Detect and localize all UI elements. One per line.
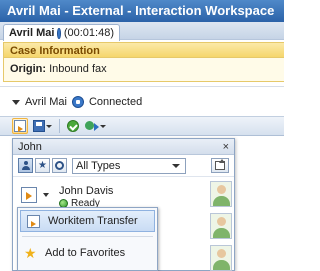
tab-party-name: Avril Mai: [9, 27, 55, 39]
menu-item-add-to-favorites[interactable]: ★ Add to Favorites: [18, 241, 157, 265]
menu-item-label: Workitem Transfer: [48, 215, 138, 227]
move-arrows-icon: [85, 120, 99, 132]
mark-done-button[interactable]: [66, 118, 80, 134]
transfer-context-menu: Workitem Transfer ★ Add to Favorites: [17, 207, 158, 271]
move-dropdown-caret-icon[interactable]: [100, 124, 106, 128]
instant-transfer-button[interactable]: [211, 158, 229, 173]
star-icon: ★: [38, 159, 47, 171]
filter-bar: ★ All Types: [13, 155, 234, 177]
filter-contacts-button[interactable]: [18, 158, 33, 173]
move-to-queue-button[interactable]: [84, 118, 107, 134]
clock-icon: [55, 161, 64, 170]
transfer-button[interactable]: [12, 118, 28, 134]
check-icon: [67, 120, 79, 132]
avatar: [210, 213, 232, 239]
star-icon: ★: [24, 245, 37, 261]
interaction-tabstrip: Avril Mai (00:01:48): [0, 22, 284, 41]
menu-item-label: Add to Favorites: [45, 247, 126, 259]
connection-state: Connected: [88, 96, 143, 108]
menu-separator: [22, 236, 153, 237]
type-filter-value: All Types: [76, 159, 121, 172]
save-button[interactable]: [32, 118, 53, 134]
type-filter-select[interactable]: All Types: [72, 157, 186, 174]
transfer-icon: [27, 214, 40, 228]
popup-header: John ×: [13, 139, 234, 155]
connected-status-icon: [71, 96, 84, 108]
workitem-icon: [57, 27, 66, 39]
tab-interaction[interactable]: Avril Mai (00:01:48): [3, 24, 120, 41]
transfer-icon: [14, 120, 26, 132]
save-icon: [33, 120, 45, 132]
tab-duration: (00:01:48): [63, 27, 114, 39]
chevron-down-icon: [170, 160, 182, 172]
case-origin-row: Origin: Inbound fax: [4, 58, 284, 80]
transfer-target-icon: [215, 159, 225, 170]
divider: [0, 86, 284, 87]
avatar: [210, 181, 232, 207]
toolbar-separator: [59, 119, 60, 133]
save-dropdown-caret-icon[interactable]: [46, 124, 52, 128]
origin-label: Origin:: [10, 63, 47, 75]
transfer-action-icon[interactable]: [21, 187, 37, 203]
close-icon[interactable]: ×: [223, 141, 229, 153]
filter-recent-button[interactable]: [52, 158, 67, 173]
avatar: [210, 245, 232, 271]
avatar-column: [208, 179, 234, 271]
interaction-party-row: Avril Mai Connected: [0, 92, 284, 112]
contact-name: John Davis: [59, 185, 114, 197]
case-information-panel: Case Information Origin: Inbound fax: [3, 42, 284, 82]
origin-value: Inbound fax: [49, 63, 107, 75]
window-title: Avril Mai - External - Interaction Works…: [0, 0, 284, 22]
party-dropdown-caret-icon[interactable]: [12, 99, 20, 105]
search-query[interactable]: John: [18, 141, 42, 153]
action-dropdown-caret-icon[interactable]: [43, 193, 49, 197]
person-icon: [21, 161, 30, 170]
interaction-toolbar: [0, 116, 284, 136]
menu-item-workitem-transfer[interactable]: Workitem Transfer: [20, 210, 155, 232]
case-information-header[interactable]: Case Information: [4, 43, 284, 58]
party-name[interactable]: Avril Mai: [25, 96, 67, 108]
content-area: [240, 138, 284, 271]
filter-favorites-button[interactable]: ★: [35, 158, 50, 173]
